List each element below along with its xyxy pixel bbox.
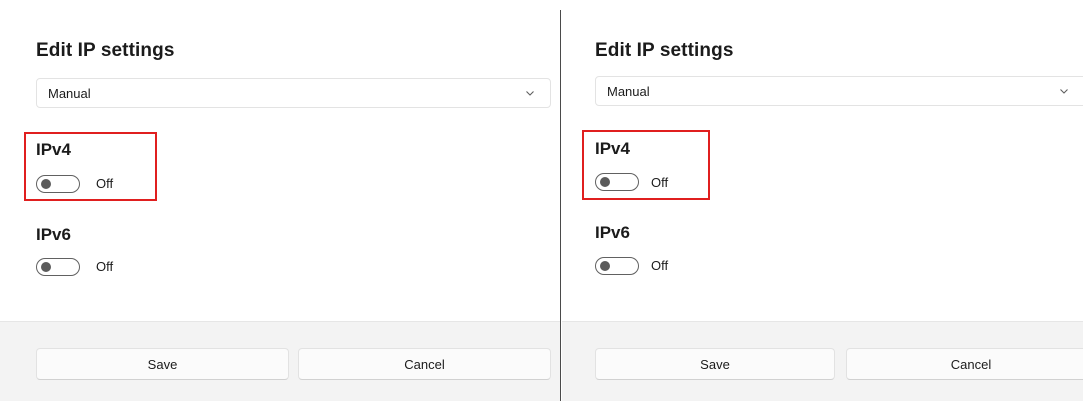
save-button[interactable]: Save [36,348,289,380]
ip-assignment-dropdown[interactable]: Manual [595,76,1083,106]
dialog-title: Edit IP settings [595,40,734,61]
dialog-footer: Save Cancel [0,321,560,401]
ip-assignment-value: Manual [607,84,650,99]
toggle-knob [41,179,51,189]
ipv4-toggle[interactable] [36,175,80,193]
comparison-screenshot: Edit IP settings Manual IPv4 Off IPv6 Of… [0,0,1083,401]
ipv4-label: IPv4 [36,140,71,159]
cancel-button[interactable]: Cancel [298,348,551,380]
panel-separator [560,10,561,401]
cancel-button[interactable]: Cancel [846,348,1083,380]
ipv6-toggle[interactable] [595,257,639,275]
ipv6-state: Off [651,258,669,273]
edit-ip-settings-dialog-left: Edit IP settings Manual IPv4 Off IPv6 Of… [0,0,560,401]
save-button[interactable]: Save [595,348,835,380]
ipv4-state: Off [96,176,114,191]
ipv6-state: Off [96,259,114,274]
toggle-knob [41,262,51,272]
dialog-footer: Save Cancel [562,321,1083,401]
chevron-down-icon [1060,89,1068,94]
chevron-down-icon [526,91,534,96]
ipv4-toggle[interactable] [595,173,639,191]
ipv6-toggle[interactable] [36,258,80,276]
edit-ip-settings-dialog-right: Edit IP settings Manual IPv4 Off IPv6 Of… [562,0,1083,401]
ipv6-label: IPv6 [36,225,71,244]
dialog-title: Edit IP settings [36,40,175,61]
ipv4-state: Off [651,175,669,190]
toggle-knob [600,177,610,187]
ipv4-label: IPv4 [595,139,630,158]
ipv6-label: IPv6 [595,223,630,242]
ip-assignment-value: Manual [48,86,91,101]
toggle-knob [600,261,610,271]
ip-assignment-dropdown[interactable]: Manual [36,78,551,108]
